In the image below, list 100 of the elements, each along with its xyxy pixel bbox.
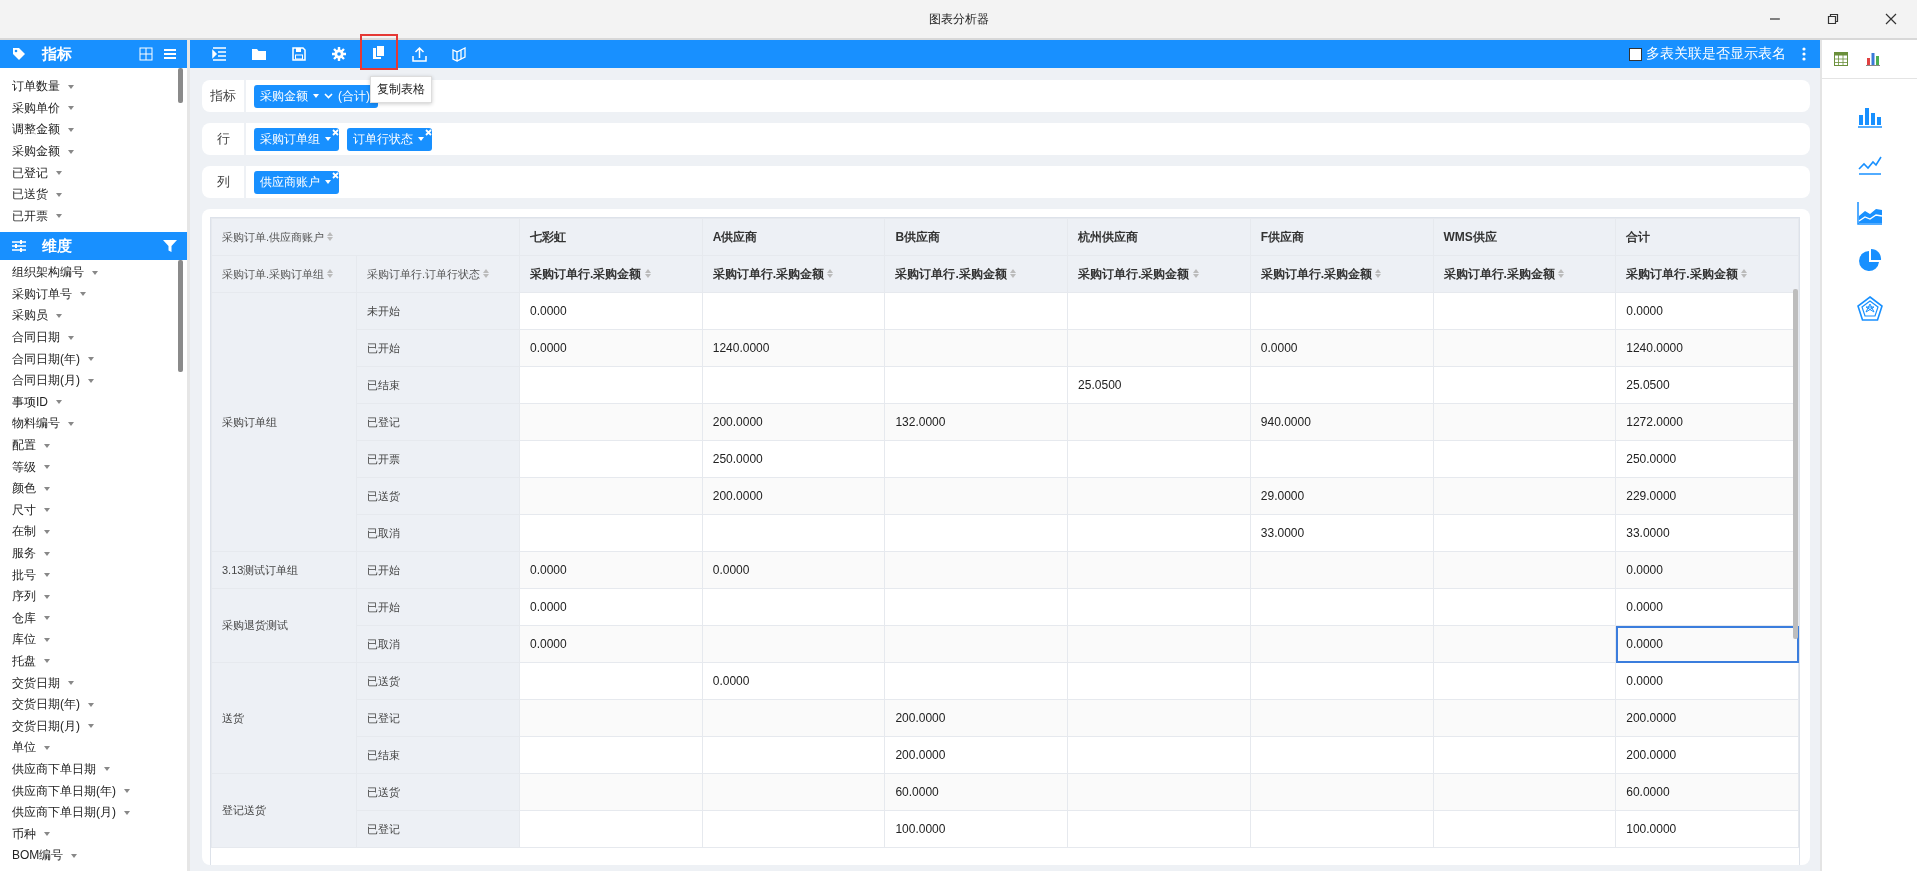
caret-icon[interactable] <box>104 767 110 772</box>
caret-icon[interactable] <box>88 357 94 362</box>
total-cell[interactable]: 250.0000 <box>1615 440 1799 478</box>
caret-icon[interactable] <box>71 853 78 858</box>
bar-chart-icon[interactable] <box>1856 106 1883 128</box>
caret-icon[interactable] <box>56 400 62 405</box>
caret-icon[interactable] <box>44 616 50 621</box>
field-item[interactable]: 在制 <box>12 523 36 541</box>
field-item[interactable]: 颜色 <box>12 480 36 498</box>
total-cell[interactable]: 0.0000 <box>1615 551 1799 589</box>
caret-icon[interactable] <box>44 659 50 664</box>
field-item[interactable]: 托盘 <box>12 653 36 670</box>
caret-icon[interactable] <box>124 789 130 794</box>
field-item[interactable]: 等级 <box>12 458 36 476</box>
caret-icon[interactable] <box>313 94 319 98</box>
field-item[interactable]: 批号 <box>12 566 36 584</box>
radar-chart-icon[interactable] <box>1856 296 1883 322</box>
caret-icon[interactable] <box>325 180 331 184</box>
field-item[interactable]: 交货日期(月) <box>12 717 80 735</box>
caret-icon[interactable] <box>44 745 50 750</box>
caret-icon[interactable] <box>44 508 50 513</box>
field-item[interactable]: 合同日期(年) <box>12 350 80 368</box>
caret-icon[interactable] <box>44 443 50 448</box>
close-icon[interactable] <box>1885 13 1897 25</box>
remove-icon[interactable] <box>425 128 432 136</box>
caret-icon[interactable] <box>88 724 94 729</box>
field-item[interactable]: 配置 <box>12 437 36 455</box>
caret-icon[interactable] <box>44 486 50 491</box>
total-cell[interactable]: 200.0000 <box>1615 699 1799 737</box>
grid-icon[interactable] <box>139 47 153 61</box>
chevron-icon[interactable] <box>324 93 333 99</box>
field-item[interactable]: 单位 <box>12 739 36 757</box>
field-item[interactable]: 已送货 <box>12 186 48 204</box>
total-cell[interactable]: 0.0000 <box>1615 292 1799 330</box>
field-item[interactable]: 尺寸 <box>12 501 36 519</box>
caret-icon[interactable] <box>88 378 94 383</box>
field-item[interactable]: 供应商下单日期 <box>12 760 96 778</box>
field-item[interactable]: 组织架构编号 <box>12 264 84 282</box>
caret-icon[interactable] <box>68 128 74 132</box>
field-item[interactable]: 事项ID <box>12 393 48 411</box>
field-item[interactable]: BOM编号 <box>12 847 64 865</box>
scrollbar[interactable] <box>178 260 183 372</box>
total-cell[interactable]: 25.0500 <box>1615 366 1799 404</box>
total-cell[interactable]: 100.0000 <box>1615 810 1799 848</box>
field-item[interactable]: 合同日期(月) <box>12 372 80 390</box>
total-cell[interactable]: 1272.0000 <box>1615 403 1799 441</box>
caret-icon[interactable] <box>88 702 94 707</box>
caret-icon[interactable] <box>44 594 50 599</box>
pie-chart-icon[interactable] <box>1857 249 1882 273</box>
copy-button[interactable] <box>360 34 398 70</box>
scrollbar[interactable] <box>178 68 183 103</box>
header-cell[interactable]: 采购订单行.订单行状态 <box>356 255 520 293</box>
checkbox[interactable] <box>1629 47 1642 61</box>
caret-icon[interactable] <box>68 681 74 686</box>
header-cell[interactable]: 采购订单行.采购金额 <box>1067 255 1251 293</box>
caret-icon[interactable] <box>56 314 62 318</box>
total-cell[interactable]: 1240.0000 <box>1615 329 1799 367</box>
caret-icon[interactable] <box>325 137 331 141</box>
caret-icon[interactable] <box>44 551 50 556</box>
field-item[interactable]: 采购单价 <box>12 99 60 117</box>
total-cell[interactable]: 60.0000 <box>1615 773 1799 811</box>
caret-icon[interactable] <box>56 192 62 197</box>
scrollbar[interactable] <box>1793 289 1798 639</box>
more-icon[interactable] <box>1802 47 1806 61</box>
caret-icon[interactable] <box>124 810 130 815</box>
caret-icon[interactable] <box>80 292 86 297</box>
field-item[interactable]: 序列 <box>12 588 36 606</box>
caret-icon[interactable] <box>44 529 50 534</box>
field-item[interactable]: 合同日期 <box>12 329 60 347</box>
caret-icon[interactable] <box>68 84 74 89</box>
total-cell[interactable]: 0.0000 <box>1615 625 1799 663</box>
total-cell[interactable]: 200.0000 <box>1615 736 1799 774</box>
field-item[interactable]: 采购员 <box>12 307 48 325</box>
header-cell[interactable]: 采购订单行.采购金额 <box>1615 255 1799 293</box>
header-cell[interactable]: 采购订单.采购订单组 <box>211 255 357 293</box>
filter-icon[interactable] <box>163 239 177 253</box>
total-cell[interactable]: 0.0000 <box>1615 662 1799 700</box>
field-item[interactable]: 交货日期 <box>12 674 60 692</box>
area-chart-icon[interactable] <box>1856 201 1883 225</box>
caret-icon[interactable] <box>44 832 50 837</box>
field-item[interactable]: 仓库 <box>12 609 36 627</box>
field-item[interactable]: 已开票 <box>12 207 48 225</box>
header-cell[interactable]: 采购订单.供应商账户 <box>211 218 520 256</box>
header-cell[interactable]: 采购订单行.采购金额 <box>884 255 1068 293</box>
caret-icon[interactable] <box>44 637 50 642</box>
caret-icon[interactable] <box>44 573 50 578</box>
field-item[interactable]: 币种 <box>12 825 36 843</box>
header-cell[interactable]: 采购订单行.采购金额 <box>519 255 703 293</box>
field-item[interactable]: 库位 <box>12 631 36 649</box>
caret-icon[interactable] <box>68 335 74 340</box>
header-cell[interactable]: 采购订单行.采购金额 <box>702 255 885 293</box>
line-chart-icon[interactable] <box>1856 154 1883 176</box>
menu-icon[interactable] <box>163 47 177 61</box>
total-cell[interactable]: 33.0000 <box>1615 514 1799 552</box>
field-item[interactable]: 已登记 <box>12 164 48 182</box>
caret-icon[interactable] <box>92 270 98 275</box>
caret-icon[interactable] <box>68 149 74 154</box>
field-item[interactable]: 调整金额 <box>12 121 60 139</box>
caret-icon[interactable] <box>56 171 62 176</box>
field-item[interactable]: 物料编号 <box>12 415 60 433</box>
